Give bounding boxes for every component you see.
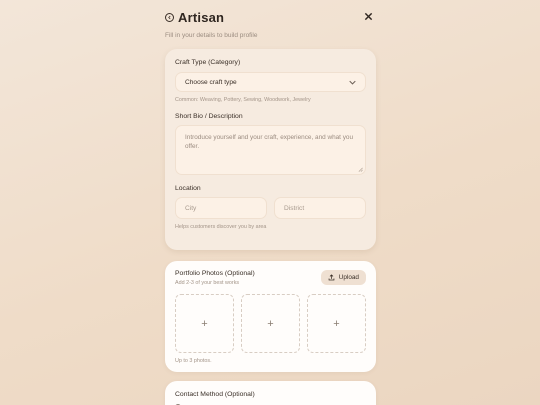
portfolio-header: Portfolio Photos (Optional) Add 2-3 of y… [175, 270, 366, 286]
city-input[interactable]: City [175, 197, 267, 219]
page-subtitle: Fill in your details to build profile [165, 32, 258, 39]
contact-card: Contact Method (Optional) [165, 381, 376, 405]
craft-type-hint: Common: Weaving, Pottery, Sewing, Woodwo… [175, 97, 311, 103]
chevron-down-icon [349, 80, 356, 85]
portfolio-note: Up to 3 photos. [175, 358, 212, 364]
portfolio-card: Portfolio Photos (Optional) Add 2-3 of y… [165, 261, 376, 372]
bio-textarea[interactable]: Introduce yourself and your craft, exper… [175, 125, 366, 175]
location-hint: Helps customers discover you by area [175, 224, 267, 230]
craft-type-selected: Choose craft type [185, 78, 237, 86]
photo-slot-1[interactable]: + [175, 294, 234, 353]
upload-button[interactable]: Upload [320, 270, 366, 285]
bio-placeholder: Introduce yourself and your craft, exper… [185, 134, 354, 150]
upload-label: Upload [338, 274, 359, 281]
bio-label: Short Bio / Description [175, 113, 243, 120]
back-circle-icon[interactable] [165, 12, 174, 22]
resize-handle-icon[interactable] [358, 167, 363, 172]
location-label: Location [175, 185, 201, 192]
photo-slot-2[interactable]: + [241, 294, 300, 353]
close-icon[interactable] [362, 10, 374, 22]
photo-slots: + + + [175, 294, 366, 353]
craft-type-select[interactable]: Choose craft type [175, 72, 366, 92]
page-header: Artisan [165, 8, 376, 26]
upload-icon [328, 274, 335, 281]
location-row: City District [175, 197, 366, 219]
page-title: Artisan [178, 9, 225, 25]
contact-title: Contact Method (Optional) [175, 391, 255, 398]
profile-details-card: Craft Type (Category) Choose craft type … [165, 49, 376, 250]
district-input[interactable]: District [274, 197, 366, 219]
photo-slot-3[interactable]: + [307, 294, 366, 353]
portfolio-subtitle: Add 2-3 of your best works [175, 280, 240, 286]
craft-type-label: Craft Type (Category) [175, 59, 241, 66]
portfolio-title: Portfolio Photos (Optional) [175, 270, 255, 277]
